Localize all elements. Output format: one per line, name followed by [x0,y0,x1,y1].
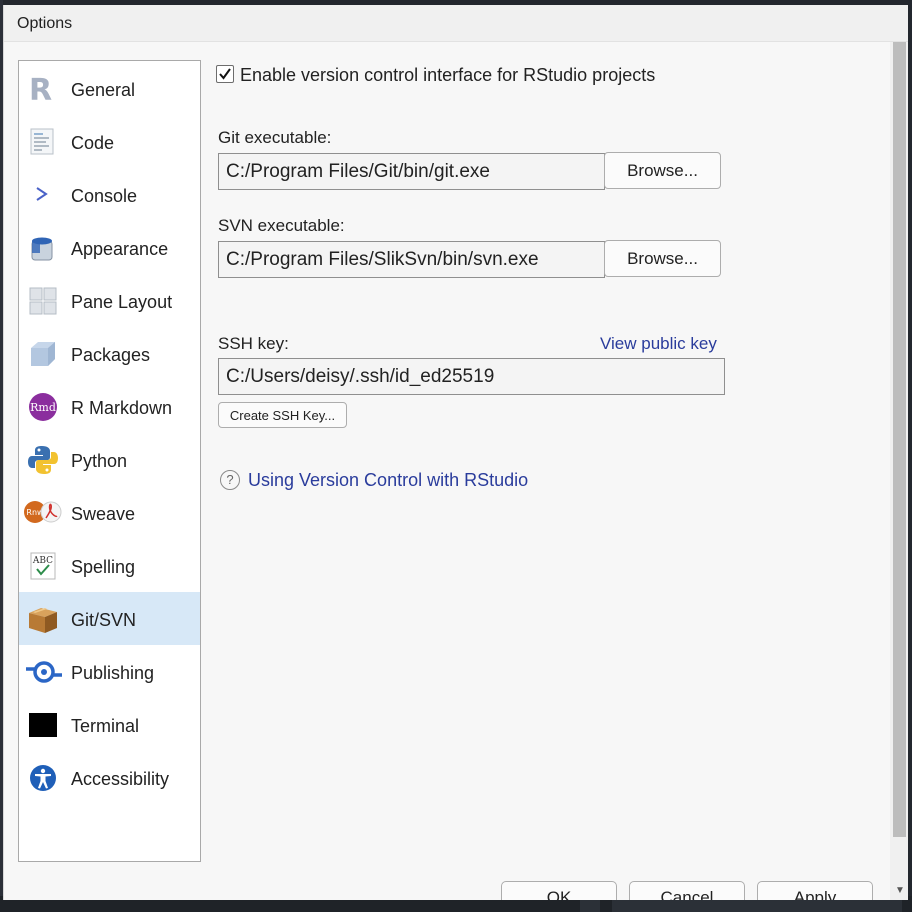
sidebar-item-label: General [71,80,136,100]
help-icon: ? [220,470,240,490]
version-control-help-link[interactable]: Using Version Control with RStudio [248,470,528,491]
sidebar-item-python[interactable]: Python [19,433,200,486]
sidebar-item-label: Appearance [71,239,169,259]
options-dialog: Options R General Code Console Appearanc… [3,5,908,900]
sidebar-item-general[interactable]: R General [19,62,200,115]
enable-vc-label: Enable version control interface for RSt… [240,65,656,85]
svn-browse-button[interactable]: Browse... [604,240,721,277]
svg-text:ABC: ABC [32,556,53,566]
sidebar-item-label: Spelling [71,557,136,577]
sidebar-item-label: R Markdown [71,398,173,418]
accessibility-icon [27,763,59,793]
git-svn-panel: Enable version control interface for RSt… [204,42,890,900]
dialog-titlebar: Options [4,5,908,42]
sidebar-item-label: Console [71,186,138,206]
sidebar-item-label: Accessibility [71,769,170,789]
dialog-scrollbar[interactable]: ▼ [890,42,908,900]
sidebar-item-code[interactable]: Code [19,115,200,168]
svn-executable-field[interactable]: C:/Program Files/SlikSvn/bin/svn.exe [218,241,605,278]
scrollbar-thumb[interactable] [893,42,906,837]
terminal-icon [27,710,59,740]
cancel-button[interactable]: Cancel [629,881,745,900]
sidebar-item-label: Publishing [71,663,155,683]
scroll-down-icon[interactable]: ▼ [895,885,905,896]
git-browse-button[interactable]: Browse... [604,152,721,189]
sidebar-item-spelling[interactable]: ABC Spelling [19,539,200,592]
pane-layout-icon [27,286,59,316]
options-sidebar: R General Code Console Appearance Pane L… [18,60,201,862]
sidebar-item-r-markdown[interactable]: Rmd R Markdown [19,380,200,433]
sidebar-item-console[interactable]: Console [19,168,200,221]
ok-button[interactable]: OK [501,881,617,900]
ssh-key-field: C:/Users/deisy/.ssh/id_ed25519 [218,358,725,395]
sidebar-item-label: Terminal [71,716,140,736]
sidebar-item-label: Pane Layout [71,292,173,312]
r-logo-icon: R [27,73,59,108]
svn-executable-label: SVN executable: [218,216,345,235]
sidebar-item-pane-layout[interactable]: Pane Layout [19,274,200,327]
code-document-icon [27,127,59,157]
git-executable-label: Git executable: [218,128,332,147]
sidebar-item-label: Sweave [71,504,136,524]
checkmark-icon [219,68,231,80]
spelling-icon: ABC [27,551,59,581]
sidebar-item-label: Packages [71,345,151,365]
sidebar-item-appearance[interactable]: Appearance [19,221,200,274]
sidebar-item-accessibility[interactable]: Accessibility [19,751,200,804]
sidebar-item-git-svn[interactable]: Git/SVN [19,592,200,645]
console-prompt-icon [27,180,59,210]
paint-bucket-icon [27,233,59,263]
git-executable-field[interactable]: C:/Program Files/Git/bin/git.exe [218,153,605,190]
rmd-icon: Rmd [27,392,59,422]
sidebar-item-packages[interactable]: Packages [19,327,200,380]
sidebar-item-label: Python [71,451,128,471]
python-icon [27,445,59,475]
git-box-icon [27,604,59,634]
svg-text:R: R [29,74,52,104]
create-ssh-key-button[interactable]: Create SSH Key... [218,402,347,428]
sidebar-item-label: Code [71,133,115,153]
ssh-key-label: SSH key: [218,334,289,353]
sidebar-item-sweave[interactable]: Rnw Sweave [19,486,200,539]
package-cube-icon [27,339,59,369]
svg-text:Rmd: Rmd [30,401,56,414]
sidebar-item-label: Git/SVN [71,610,137,630]
publishing-icon [25,657,63,687]
enable-vc-checkbox[interactable] [216,65,234,83]
sweave-icon: Rnw [23,498,63,528]
view-public-key-link[interactable]: View public key [600,334,717,354]
dialog-title: Options [17,15,73,32]
sidebar-item-terminal[interactable]: Terminal [19,698,200,751]
apply-button[interactable]: Apply [757,881,873,900]
sidebar-item-publishing[interactable]: Publishing [19,645,200,698]
